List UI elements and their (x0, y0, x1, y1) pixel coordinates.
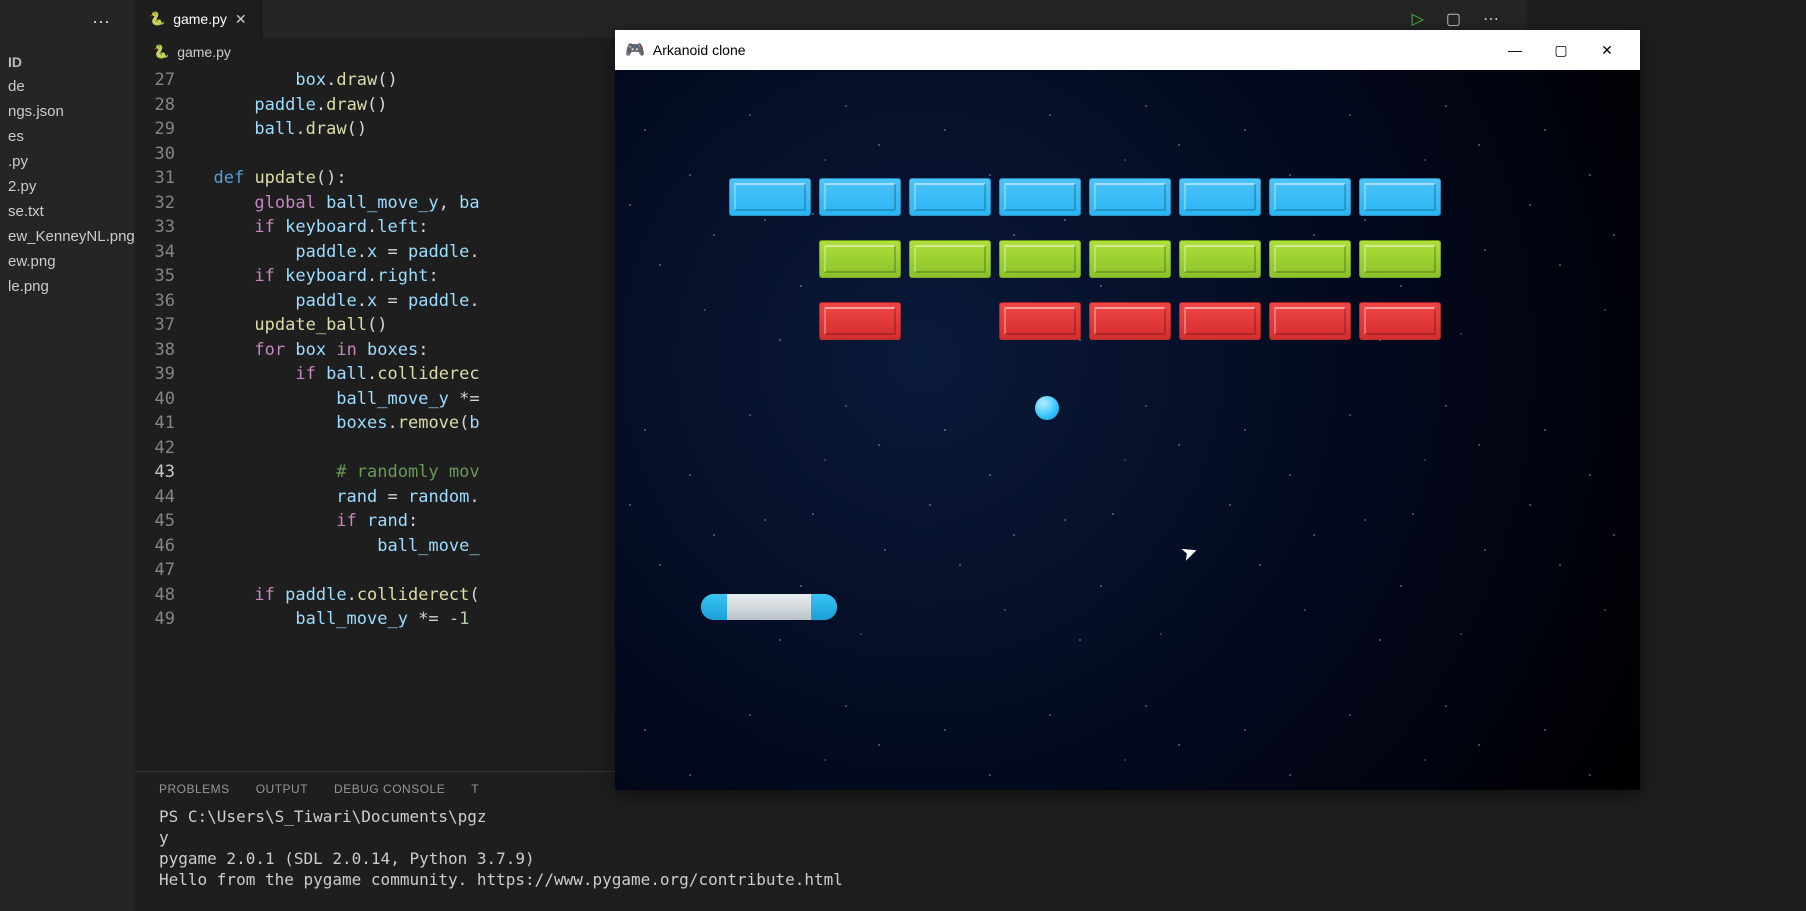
file-explorer: ID dengs.jsones.py2.pyse.txtew_KenneyNL.… (0, 0, 135, 911)
brick-green (1269, 240, 1351, 278)
game-window-icon: 🎮 (625, 40, 645, 60)
file-tree-item[interactable]: ew.png (0, 249, 135, 274)
explorer-section-header: ID (0, 50, 135, 74)
bottom-panel: PROBLEMS OUTPUT DEBUG CONSOLE T PS C:\Users… (135, 771, 1527, 911)
file-tree-item[interactable]: ew_KenneyNL.png (0, 224, 135, 249)
tab-label: game.py (173, 11, 227, 27)
file-tree-item[interactable]: se.txt (0, 199, 135, 224)
terminal-output[interactable]: PS C:\Users\S_Tiwari\Documents\pgz y pyg… (135, 806, 1527, 911)
game-window[interactable]: 🎮 Arkanoid clone — ▢ ✕ ➤ (615, 30, 1640, 790)
game-paddle (701, 594, 837, 620)
brick-green (819, 240, 901, 278)
editor-more-button[interactable]: ⋯ (1483, 9, 1499, 29)
file-tree-item[interactable]: .py (0, 149, 135, 174)
brick-red (1359, 302, 1441, 340)
file-tree-item[interactable]: 2.py (0, 174, 135, 199)
brick-blue (1269, 178, 1351, 216)
game-canvas[interactable]: ➤ (615, 70, 1640, 790)
brick-blue (1179, 178, 1261, 216)
brick-green (1179, 240, 1261, 278)
brick-green (1089, 240, 1171, 278)
run-button[interactable]: ▷ (1412, 9, 1424, 29)
window-minimize-button[interactable]: — (1492, 42, 1538, 58)
panel-tab[interactable]: OUTPUT (256, 782, 308, 796)
file-tree-item[interactable]: de (0, 74, 135, 99)
panel-tab[interactable]: PROBLEMS (159, 782, 230, 796)
brick-blue (1359, 178, 1441, 216)
panel-tab[interactable]: T (471, 782, 479, 796)
tab-game-py[interactable]: 🐍 game.py ✕ (135, 0, 262, 38)
explorer-more-icon[interactable]: ⋯ (92, 12, 110, 33)
game-titlebar[interactable]: 🎮 Arkanoid clone — ▢ ✕ (615, 30, 1640, 70)
file-tree-item[interactable]: le.png (0, 274, 135, 299)
brick-green (999, 240, 1081, 278)
brick-red (819, 302, 901, 340)
game-window-title: Arkanoid clone (653, 42, 746, 58)
brick-blue (819, 178, 901, 216)
brick-blue (729, 178, 811, 216)
brick-blue (1089, 178, 1171, 216)
tab-close-icon[interactable]: ✕ (235, 11, 247, 28)
brick-red (1269, 302, 1351, 340)
split-editor-button[interactable]: ▢ (1446, 9, 1461, 29)
brick-blue (909, 178, 991, 216)
brick-red (999, 302, 1081, 340)
file-tree-item[interactable]: ngs.json (0, 99, 135, 124)
python-file-icon: 🐍 (153, 44, 169, 60)
editor-group: 🐍 game.py ✕ ▷ ▢ ⋯ 🐍 game.py 272829303132… (135, 0, 1527, 911)
panel-tab[interactable]: DEBUG CONSOLE (334, 782, 445, 796)
brick-blue (999, 178, 1081, 216)
window-close-button[interactable]: ✕ (1584, 42, 1630, 59)
brick-red (1179, 302, 1261, 340)
brick-green (1359, 240, 1441, 278)
python-file-icon: 🐍 (149, 11, 165, 27)
file-tree-item[interactable]: es (0, 124, 135, 149)
breadcrumb-filename: game.py (177, 44, 231, 60)
brick-red (1089, 302, 1171, 340)
game-ball (1035, 396, 1059, 420)
brick-green (909, 240, 991, 278)
window-maximize-button[interactable]: ▢ (1538, 42, 1584, 59)
